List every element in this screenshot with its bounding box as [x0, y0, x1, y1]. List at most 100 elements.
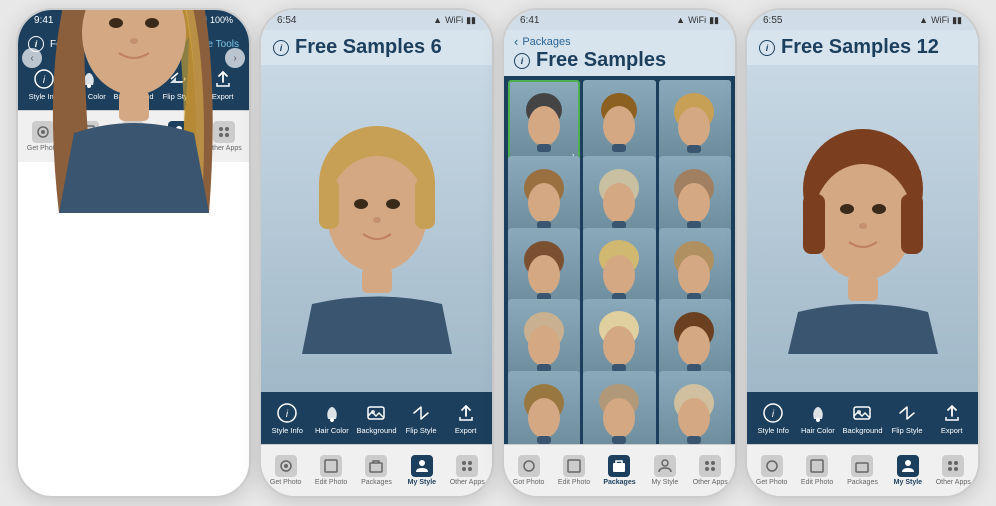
phone4-export-icon	[940, 401, 964, 425]
phone4-style-info-label: Style Info	[758, 427, 789, 435]
phone4-tab-get-photo-icon	[761, 455, 783, 477]
phone4-hair-color-label: Hair Color	[801, 427, 835, 435]
grid-item-13[interactable]: 13	[508, 371, 580, 444]
phone4-model-svg	[763, 104, 963, 354]
phone3-back-chevron: ‹	[514, 34, 518, 49]
phone3-tab-my-style[interactable]: My Style	[643, 455, 687, 486]
phone2-tab-other-apps-label: Other Apps	[450, 479, 485, 486]
phone3-tab-my-style-label: My Style	[651, 479, 678, 486]
phone4-style-info-btn[interactable]: i Style Info	[754, 401, 792, 435]
grid-face-1	[510, 82, 578, 163]
phone2-tab-packages[interactable]: Packages	[354, 455, 398, 486]
phone2-hair-color-btn[interactable]: Hair Color	[313, 401, 351, 435]
grid-item-3[interactable]: 3	[659, 80, 731, 165]
phone2-tab-other-apps-icon	[456, 455, 478, 477]
phone2-tab-packages-icon	[365, 455, 387, 477]
phone3-grid: 1 2 3 4	[504, 76, 735, 444]
phone4-tab-edit-photo[interactable]: Edit Photo	[795, 455, 839, 486]
svg-text:i: i	[286, 409, 289, 420]
phone2-style-info-btn[interactable]: i Style Info	[268, 401, 306, 435]
grid-item-15[interactable]: 15	[659, 371, 731, 444]
phone3-header: ‹ Packages i Free Samples	[504, 30, 735, 76]
phone2-tab-my-style[interactable]: My Style	[400, 455, 444, 486]
phone3-status-bar: 6:41 ▲ WiFi ▮▮	[504, 10, 735, 30]
phone2-flip-style-btn[interactable]: Flip Style	[402, 401, 440, 435]
phone4-tab-my-style[interactable]: My Style	[886, 455, 930, 486]
phone2-tab-other-apps[interactable]: Other Apps	[445, 455, 489, 486]
grid-face-3	[659, 80, 731, 165]
phone4-toolbar: i Style Info Hair Color Background	[747, 392, 978, 444]
phone3-signal: ▲	[676, 15, 685, 25]
phone4-tab-my-style-label: My Style	[894, 479, 922, 486]
phone2-background-label: Background	[356, 427, 396, 435]
phone2-info-icon[interactable]: i	[273, 40, 289, 56]
phone2-main: i Free Samples 6	[261, 30, 492, 496]
grid-face-13	[508, 371, 580, 444]
phone2-status-icons: ▲ WiFi ▮▮	[433, 15, 476, 26]
phone3-tab-packages-label: Packages	[603, 479, 635, 486]
phone2-export-label: Export	[455, 427, 477, 435]
phone4-tab-other-apps[interactable]: Other Apps	[931, 455, 975, 486]
phone3-tab-packages-icon	[608, 455, 630, 477]
phone4-info-icon[interactable]: i	[759, 40, 775, 56]
phone2-tab-get-photo-icon	[275, 455, 297, 477]
phone4-background-btn[interactable]: Background	[843, 401, 881, 435]
phone2-flip-style-label: Flip Style	[406, 427, 437, 435]
grid-face-14	[583, 371, 655, 444]
phone3-main: ‹ Packages i Free Samples 1 2	[504, 30, 735, 496]
phone2-tab-edit-photo-label: Edit Photo	[315, 479, 347, 486]
phone2-time: 6:54	[277, 15, 296, 26]
phone4-tab-packages[interactable]: Packages	[840, 455, 884, 486]
phone3-tab-other-apps[interactable]: Other Apps	[688, 455, 732, 486]
phone2-tab-get-photo[interactable]: Get Photo	[264, 455, 308, 486]
phone4-tab-other-apps-icon	[942, 455, 964, 477]
phone4-tab-bar: Get Photo Edit Photo Packages My Style	[747, 444, 978, 496]
phone4-hair-color-icon	[806, 401, 830, 425]
phone4-flip-style-label: Flip Style	[892, 427, 923, 435]
grid-item-1[interactable]: 1	[508, 80, 580, 165]
phone3-battery: ▮▮	[709, 15, 719, 26]
phone4-background-icon	[850, 401, 874, 425]
phone4-hair-color-btn[interactable]: Hair Color	[799, 401, 837, 435]
phone3-tab-packages[interactable]: Packages	[597, 455, 641, 486]
phone4-export-label: Export	[941, 427, 963, 435]
grid-item-2[interactable]: 2	[583, 80, 655, 165]
phone3-tab-other-apps-icon	[699, 455, 721, 477]
phone3-tab-got-photo-icon	[518, 455, 540, 477]
phone3-back-row[interactable]: ‹ Packages	[514, 34, 725, 49]
phone4-photo-area	[747, 65, 978, 392]
phone2-tab-packages-label: Packages	[361, 479, 392, 486]
phone4-page-title: Free Samples 12	[781, 36, 939, 59]
phone3-tab-got-photo-label: Got Photo	[513, 479, 545, 486]
phone3-tab-got-photo[interactable]: Got Photo	[507, 455, 551, 486]
phone4-tab-get-photo[interactable]: Get Photo	[750, 455, 794, 486]
phone3-tab-other-apps-label: Other Apps	[693, 479, 728, 486]
grid-item-14[interactable]: 14	[583, 371, 655, 444]
phone4-signal: ▲	[919, 15, 928, 25]
phone4-flip-style-icon	[895, 401, 919, 425]
phone3-tab-edit-photo[interactable]: Edit Photo	[552, 455, 596, 486]
phone3-back-label: Packages	[522, 36, 570, 48]
phone4-background-label: Background	[842, 427, 882, 435]
phone4-tab-get-photo-label: Get Photo	[756, 479, 788, 486]
phone4-export-btn[interactable]: Export	[933, 401, 971, 435]
phone3-tab-my-style-icon	[654, 455, 676, 477]
phone1-nav-left[interactable]: ‹	[22, 48, 42, 68]
phone4-battery: ▮▮	[952, 15, 962, 26]
phone4-tab-other-apps-label: Other Apps	[936, 479, 971, 486]
phone3-info-icon[interactable]: i	[514, 53, 530, 69]
phone-2: 6:54 ▲ WiFi ▮▮ i Free Samples 6	[259, 8, 494, 498]
phone3-status-icons: ▲ WiFi ▮▮	[676, 15, 719, 26]
phone3-tab-edit-photo-icon	[563, 455, 585, 477]
phone4-style-info-icon: i	[761, 401, 785, 425]
phone4-tab-edit-photo-label: Edit Photo	[801, 479, 833, 486]
phone2-tab-edit-photo[interactable]: Edit Photo	[309, 455, 353, 486]
phone2-background-btn[interactable]: Background	[357, 401, 395, 435]
phone1-nav-right[interactable]: ›	[225, 48, 245, 68]
phone1-model-svg	[34, 8, 234, 213]
phone2-style-info-label: Style Info	[272, 427, 303, 435]
phone2-export-btn[interactable]: Export	[447, 401, 485, 435]
phone2-status-bar: 6:54 ▲ WiFi ▮▮	[261, 10, 492, 30]
phone2-model-svg	[277, 104, 477, 354]
phone4-flip-style-btn[interactable]: Flip Style	[888, 401, 926, 435]
